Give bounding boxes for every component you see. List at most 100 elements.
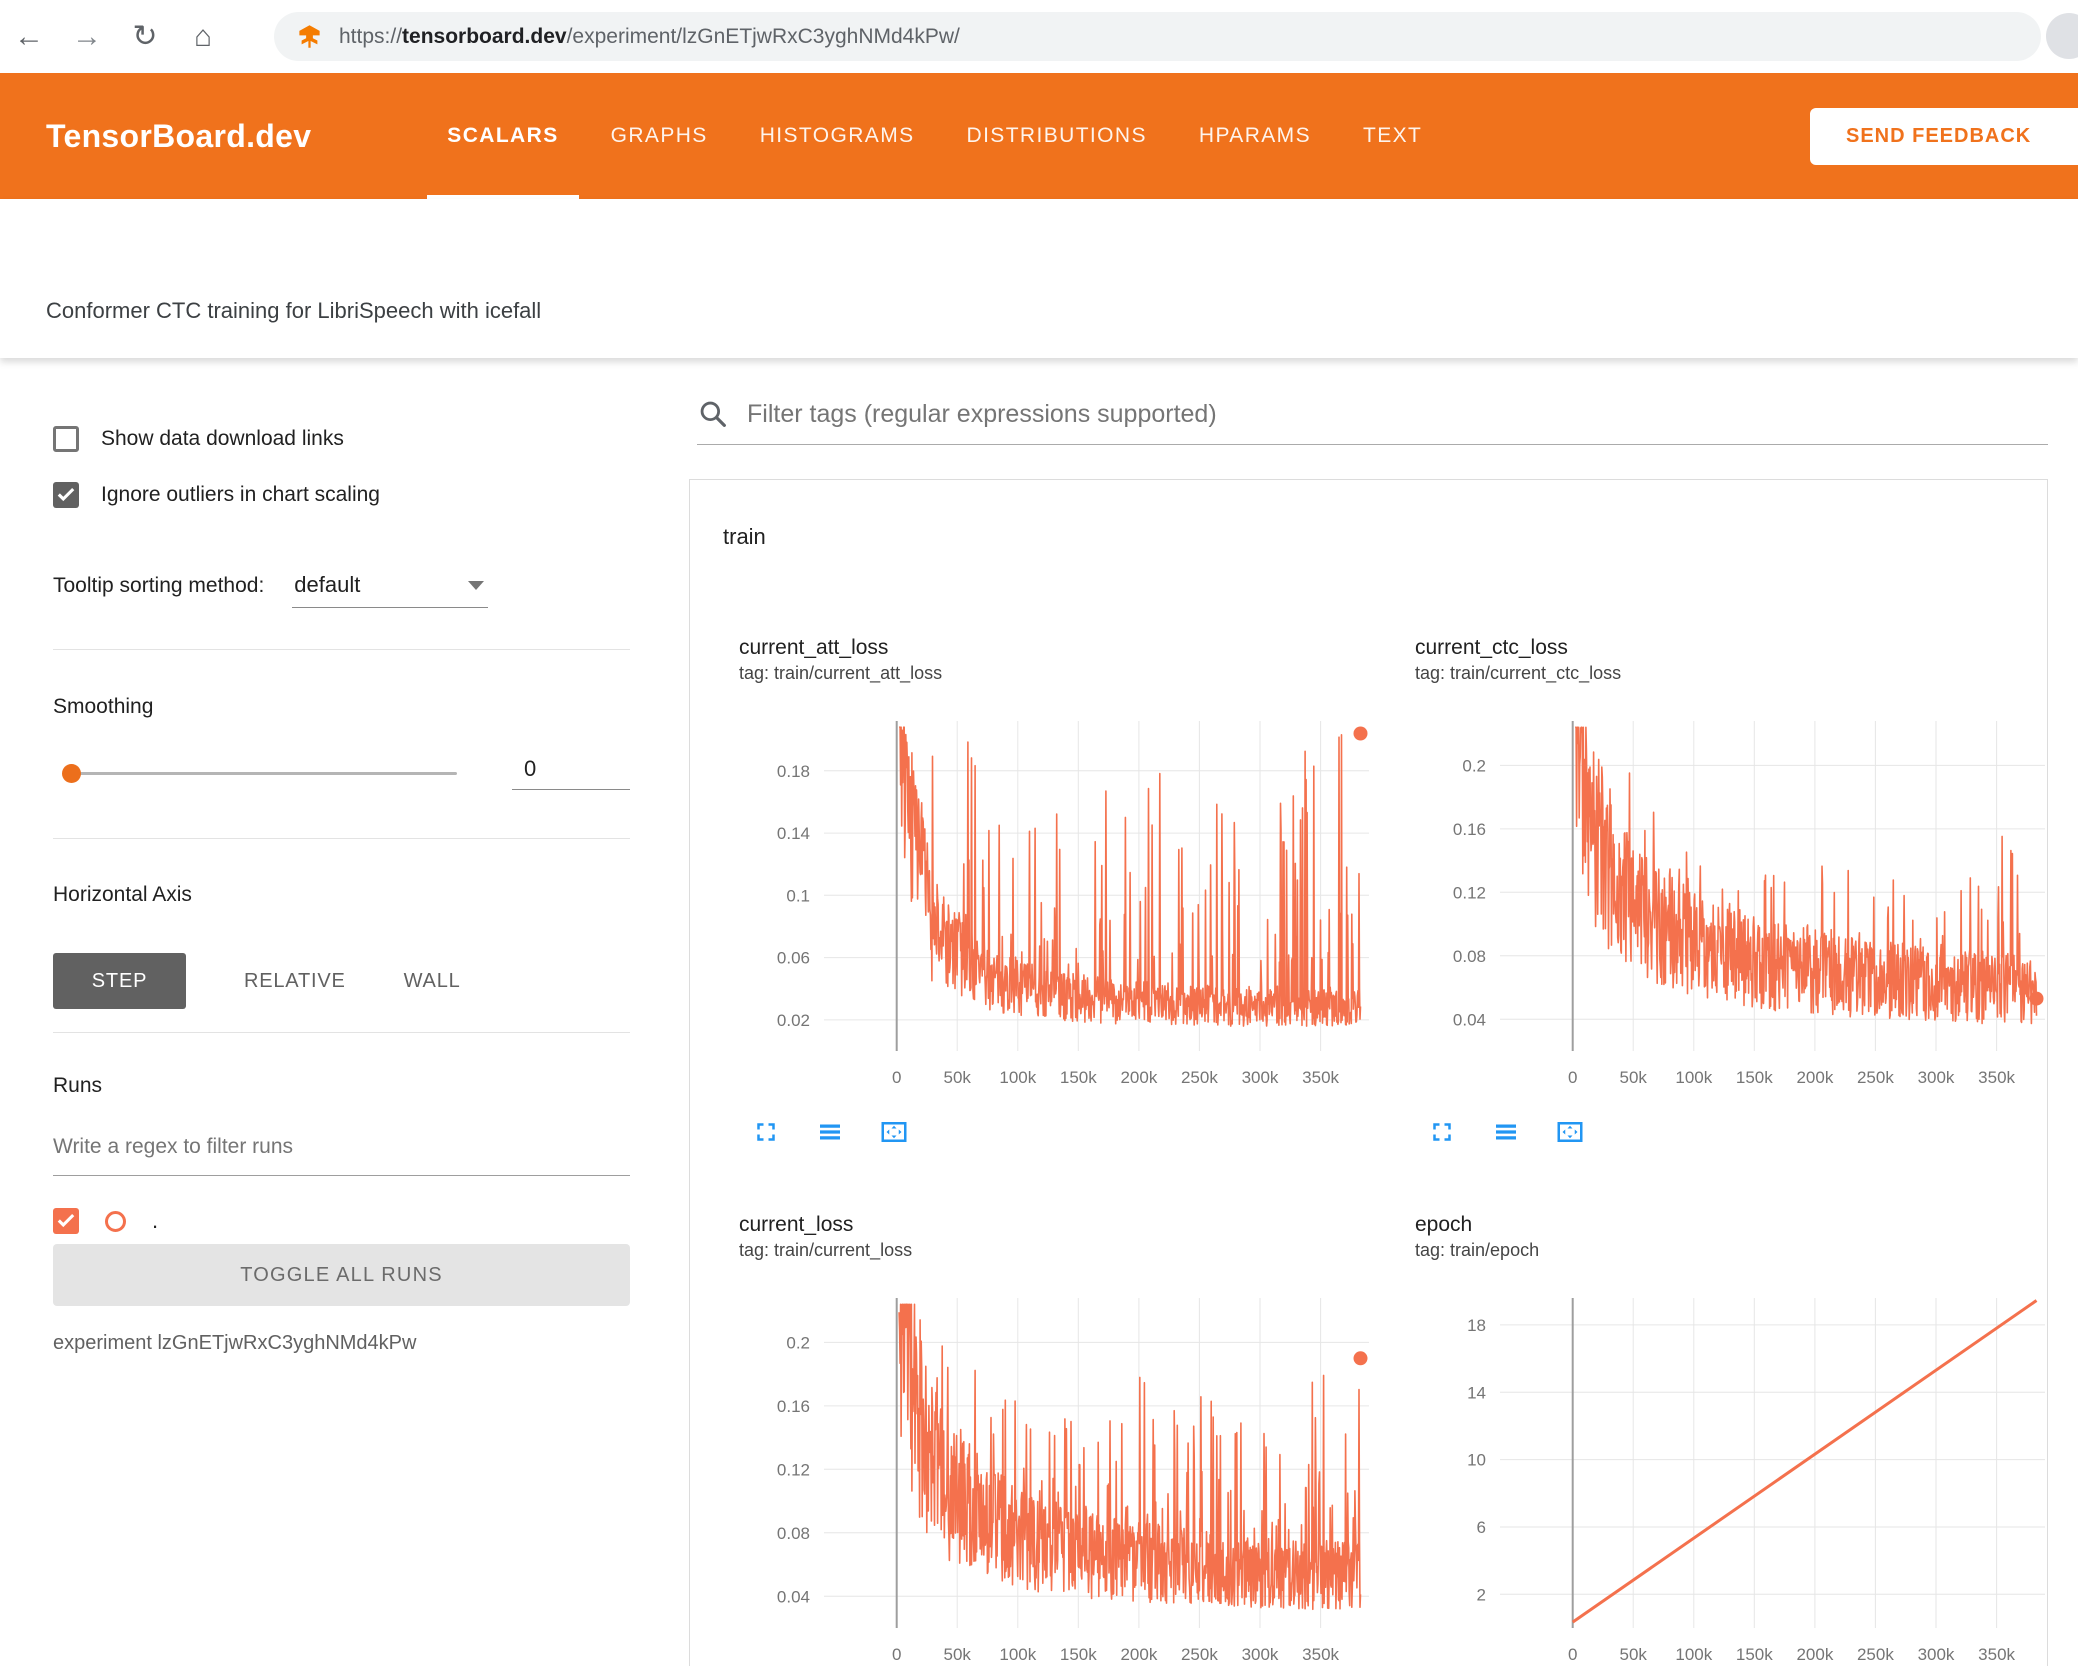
show-download-links-checkbox[interactable] [53,426,79,452]
svg-text:200k: 200k [1796,1645,1833,1664]
toggle-all-runs-button[interactable]: TOGGLE ALL RUNS [53,1244,630,1306]
svg-text:200k: 200k [1796,1068,1833,1087]
url-scheme: https:// [339,24,403,48]
chart-tag: tag: train/current_ctc_loss [1415,663,1622,683]
section-title[interactable]: train [690,480,2047,610]
slider-thumb[interactable] [62,763,81,783]
toggle-lines-icon[interactable] [815,1117,845,1147]
train-section-card: train current_att_loss tag: train/current… [689,479,2048,1666]
svg-text:250k: 250k [1857,1645,1894,1664]
svg-text:0.08: 0.08 [777,1524,810,1543]
tab-graphs[interactable]: GRAPHS [585,73,734,199]
svg-text:2: 2 [1477,1585,1486,1604]
ignore-outliers-checkbox[interactable] [53,482,79,508]
horizontal-axis-buttons: STEP RELATIVE WALL [53,953,630,1009]
send-feedback-button[interactable]: SEND FEEDBACK [1810,108,2078,165]
svg-text:0.04: 0.04 [777,1587,810,1606]
show-download-links-row: Show data download links [53,424,630,454]
run-checkbox[interactable] [53,1208,79,1234]
runs-filter-input[interactable] [53,1129,630,1176]
show-download-links-label: Show data download links [101,427,344,450]
smoothing-slider-row: 0 [53,756,630,790]
toggle-lines-icon[interactable] [1491,1117,1521,1147]
tab-label: HPARAMS [1198,124,1311,147]
ignore-outliers-label: Ignore outliers in chart scaling [101,483,380,506]
svg-text:0.16: 0.16 [777,1397,810,1416]
address-bar[interactable]: https://tensorboard.dev/experiment/lzGnE… [274,12,2041,61]
chart-card-current_att_loss: current_att_loss tag: train/current_att_l… [739,636,1379,1147]
tab-hparams[interactable]: HPARAMS [1173,73,1337,199]
chart-tag: tag: train/current_att_loss [739,663,943,683]
tensorboard-logo: TensorBoard.dev [46,117,312,154]
svg-text:100k: 100k [1675,1068,1712,1087]
tooltip-sorting-row: Tooltip sorting method: default [53,572,630,618]
svg-text:0.04: 0.04 [1453,1010,1486,1029]
tab-label: DISTRIBUTIONS [966,124,1147,147]
forward-icon[interactable]: → [58,20,116,54]
experiment-id-text: experiment lzGnETjwRxC3yghNMd4kPw [53,1332,417,1354]
chart-plot-current_att_loss[interactable]: 0.02 0.06 0.1 0.14 0.18 0 50k 100k 150k 200k 250k 3… [739,711,1379,1103]
main-panel: train current_att_loss tag: train/current… [689,358,2078,1666]
divider [53,1032,630,1033]
svg-text:10: 10 [1467,1451,1486,1470]
fit-domain-icon[interactable] [879,1117,909,1147]
expand-chart-icon[interactable] [751,1117,781,1147]
svg-text:0.18: 0.18 [777,762,810,781]
svg-text:300k: 300k [1242,1645,1279,1664]
tab-label: SCALARS [447,124,559,147]
run-color-swatch-icon[interactable] [105,1210,126,1232]
ignore-outliers-row: Ignore outliers in chart scaling [53,480,630,510]
svg-text:18: 18 [1467,1316,1486,1335]
chart-title: current_loss [739,1213,854,1236]
svg-text:0.12: 0.12 [777,1460,810,1479]
chart-tag: tag: train/current_loss [739,1240,913,1260]
smoothing-slider[interactable] [62,763,457,783]
filter-tags-input[interactable] [747,399,2048,429]
horizontal-axis-label: Horizontal Axis [53,883,192,906]
tab-text[interactable]: TEXT [1337,73,1448,199]
tab-scalars[interactable]: SCALARS [421,73,584,199]
svg-text:0.2: 0.2 [1462,756,1486,775]
fit-domain-icon[interactable] [1555,1117,1585,1147]
chart-plot-current_loss[interactable]: 0.04 0.08 0.12 0.16 0.2 0 50k 100k 150k 200k 250k 3… [739,1288,1379,1666]
search-icon [697,398,729,430]
home-icon[interactable]: ⌂ [174,20,232,54]
url-host: tensorboard.dev [402,24,567,48]
svg-text:300k: 300k [1242,1068,1279,1087]
tooltip-sorting-select[interactable]: default [292,572,489,608]
run-name: . [152,1208,159,1233]
svg-text:300k: 300k [1918,1645,1955,1664]
axis-wall-button[interactable]: WALL [404,970,461,993]
svg-text:250k: 250k [1181,1645,1218,1664]
settings-sidebar: Show data download links Ignore outliers… [0,358,689,1666]
chart-card-epoch: epoch tag: train/epoch 2 6 10 14 18 0 50k 100k 150… [1415,1213,2055,1666]
svg-text:14: 14 [1467,1383,1486,1402]
svg-text:0.14: 0.14 [777,824,810,843]
svg-text:50k: 50k [943,1645,971,1664]
reload-icon[interactable]: ↻ [116,19,174,54]
filter-tags-row [697,398,2048,445]
svg-text:100k: 100k [999,1068,1036,1087]
axis-step-button[interactable]: STEP [53,953,186,1009]
smoothing-value[interactable]: 0 [512,756,630,790]
chart-title: current_ctc_loss [1415,636,1568,659]
chart-toolbar [1427,1117,2055,1147]
tensorboard-header: TensorBoard.dev SCALARS GRAPHS HISTOGRAM… [0,73,2078,199]
content: Show data download links Ignore outliers… [0,358,2078,1666]
chart-plot-current_ctc_loss[interactable]: 0.04 0.08 0.12 0.16 0.2 0 50k 100k 150k 200k 250k 3… [1415,711,2055,1103]
back-icon[interactable]: ← [0,20,58,54]
svg-text:150k: 150k [1736,1068,1773,1087]
expand-chart-icon[interactable] [1427,1117,1457,1147]
runs-filter-row [53,1129,630,1176]
svg-text:0.02: 0.02 [777,1011,810,1030]
axis-relative-button[interactable]: RELATIVE [244,970,346,993]
chart-card-current_loss: current_loss tag: train/current_loss 0.04 0… [739,1213,1379,1666]
profile-avatar[interactable] [2046,13,2078,59]
svg-text:150k: 150k [1060,1068,1097,1087]
chevron-down-icon [468,580,485,590]
tooltip-sorting-label: Tooltip sorting method: [53,574,265,597]
chart-card-current_ctc_loss: current_ctc_loss tag: train/current_ctc_l… [1415,636,2055,1147]
tab-histograms[interactable]: HISTOGRAMS [734,73,941,199]
chart-plot-epoch[interactable]: 2 6 10 14 18 0 50k 100k 150k 200k 250k 300k 350k [1415,1288,2055,1666]
tab-distributions[interactable]: DISTRIBUTIONS [941,73,1173,199]
